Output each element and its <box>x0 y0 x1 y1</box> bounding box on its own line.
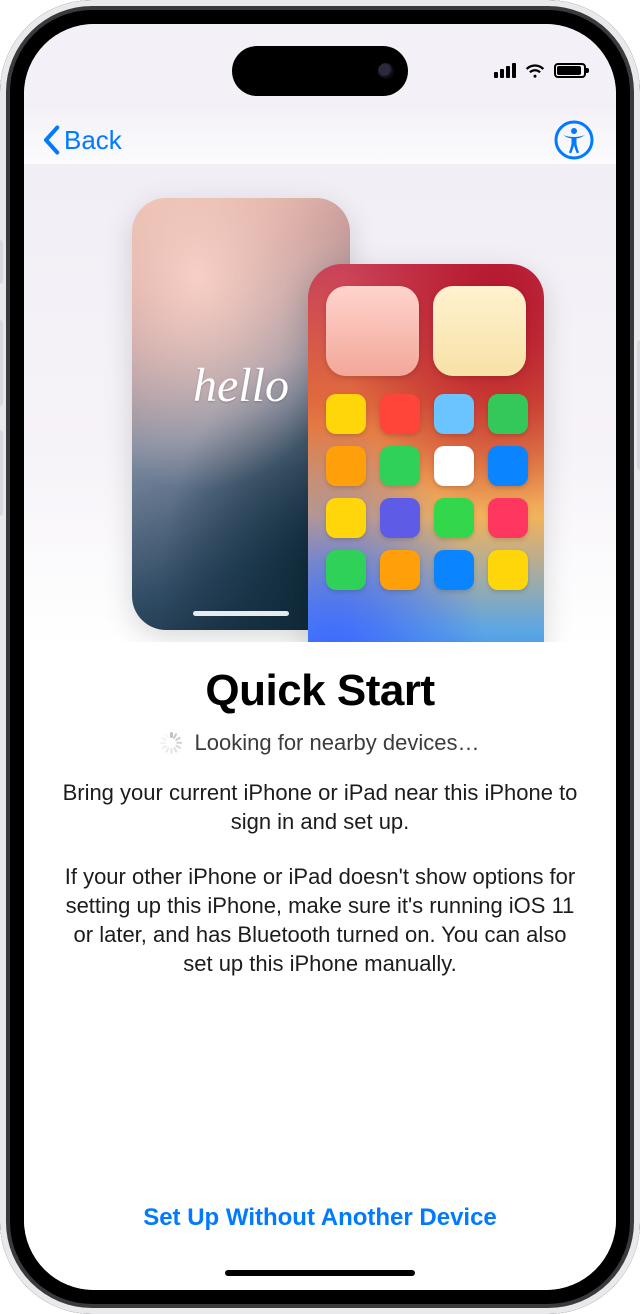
illustration-existing-iphone <box>308 264 544 644</box>
instruction-secondary: If your other iPhone or iPad doesn't sho… <box>62 862 578 978</box>
hw-volume-down <box>0 430 3 516</box>
illustration-app-grid <box>326 394 526 590</box>
accessibility-button[interactable] <box>552 118 596 162</box>
illustration-widget <box>433 286 526 376</box>
back-label: Back <box>64 125 122 156</box>
back-button[interactable]: Back <box>34 119 128 162</box>
instruction-primary: Bring your current iPhone or iPad near t… <box>62 778 578 836</box>
illustration-widget <box>326 286 419 376</box>
spinner-icon <box>161 732 183 754</box>
device-screen: Back hello <box>24 24 616 1290</box>
content-area: Quick Start Looking for nearby devices… … <box>24 642 616 1290</box>
device-bezel: Back hello <box>18 18 622 1296</box>
accessibility-icon <box>554 120 594 160</box>
page-title: Quick Start <box>58 666 582 716</box>
status-text: Looking for nearby devices… <box>195 730 480 756</box>
cellular-icon <box>494 62 516 78</box>
illustration-home-indicator <box>193 611 289 616</box>
hero-illustration: hello <box>24 164 616 644</box>
dynamic-island <box>232 46 408 96</box>
battery-icon <box>554 63 586 78</box>
device-frame: Back hello <box>0 0 640 1314</box>
home-indicator[interactable] <box>225 1270 415 1276</box>
chevron-left-icon <box>40 125 62 155</box>
nav-bar: Back <box>24 112 616 168</box>
hw-volume-up <box>0 320 3 406</box>
setup-without-device-button[interactable]: Set Up Without Another Device <box>24 1204 616 1232</box>
searching-status: Looking for nearby devices… <box>58 730 582 756</box>
hw-mute-switch <box>0 240 3 284</box>
wifi-icon <box>524 59 546 81</box>
